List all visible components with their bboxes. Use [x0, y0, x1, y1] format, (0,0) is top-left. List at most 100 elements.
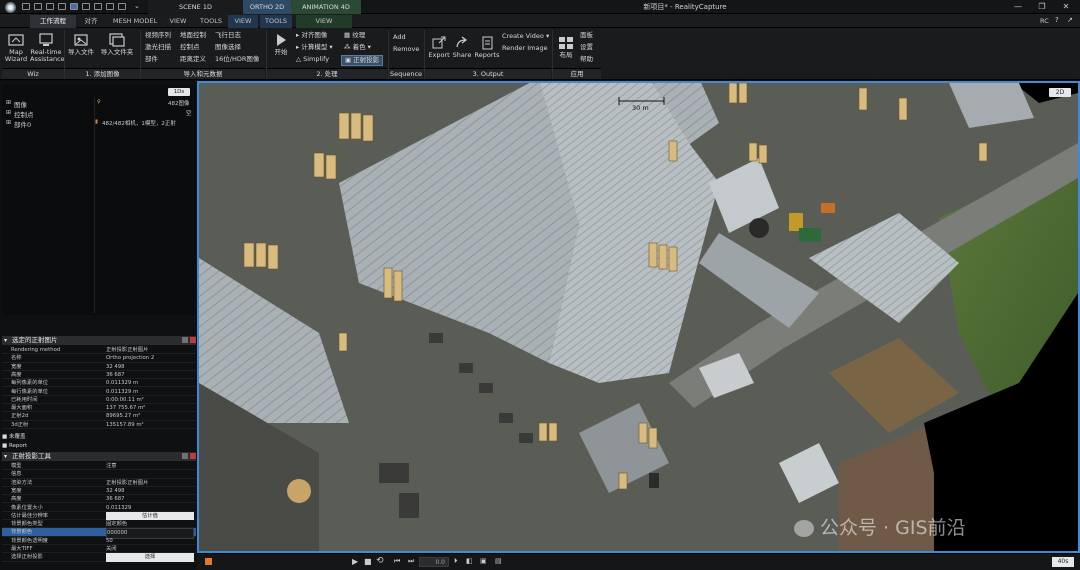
tree-item-images[interactable]: ⊞ 图像 ♀ 482图像	[2, 99, 196, 109]
reports-button[interactable]: Reports	[473, 36, 501, 59]
close-icon[interactable]	[190, 337, 196, 343]
layout-icon[interactable]	[34, 3, 42, 10]
property-row[interactable]: 名称 Ortho projection 2	[2, 354, 196, 363]
keyframe-icon[interactable]: ◧	[466, 557, 473, 565]
tab-scene-1d[interactable]: SCENE 1D	[148, 0, 243, 14]
marker-icon[interactable]: ⏵	[454, 557, 458, 566]
property-value[interactable]: 137 755.67 m²	[106, 404, 194, 412]
ground-control-button[interactable]: 地面控制	[180, 31, 206, 40]
report-section[interactable]: ■ Report	[2, 442, 196, 450]
layout-icon[interactable]	[46, 3, 54, 10]
layout-icon[interactable]	[82, 3, 90, 10]
property-row[interactable]: 每行像素的单位 0.011329 m	[2, 388, 196, 396]
camera-icon[interactable]: ▣	[480, 557, 487, 565]
tab-animation-4d[interactable]: ANIMATION 4D	[291, 0, 361, 14]
realtime-assistance-button[interactable]: Real-time Assistance	[30, 33, 65, 63]
import-file-button[interactable]: 导入文件	[66, 33, 96, 56]
calculate-model-button[interactable]: ▸ 计算模型 ▾	[296, 43, 333, 52]
distance-definition-button[interactable]: 距离定义	[180, 55, 206, 64]
create-video-button[interactable]: Create Video ▾	[502, 32, 549, 41]
start-button[interactable]: 开始	[270, 33, 292, 56]
property-value[interactable]: 50	[106, 537, 194, 545]
hdr-image-button[interactable]: 16位/HDR图像	[215, 55, 259, 64]
property-row[interactable]: 已耗用时间 0:00:00.11 m²	[2, 396, 196, 405]
render-image-button[interactable]: Render Image	[502, 44, 548, 53]
tree-badge[interactable]: 1Ds	[168, 88, 190, 96]
property-value[interactable]: 0.011329	[106, 504, 194, 512]
collapse-icon[interactable]: ▾	[4, 336, 7, 345]
maximize-button[interactable]: ❐	[1032, 0, 1052, 14]
skip-forward-icon[interactable]: ⏭	[408, 557, 414, 566]
property-value[interactable]: 0:00:00.11 m²	[106, 396, 194, 404]
ortho-viewport[interactable]: 30 m 2D 公众号 · GIS前沿	[197, 81, 1080, 553]
property-row[interactable]: 最大TIFF 关闭	[2, 545, 196, 554]
account-label[interactable]: RC	[1040, 17, 1049, 25]
layout-icon[interactable]	[58, 3, 66, 10]
sequence-remove-button[interactable]: Remove	[393, 45, 419, 54]
property-row[interactable]: 最大面积 137 755.67 m²	[2, 404, 196, 413]
align-images-button[interactable]: ▸ 对齐图像	[296, 31, 327, 40]
property-row[interactable]: 高度 36 687	[2, 371, 196, 380]
help-button[interactable]: 帮助	[580, 55, 593, 64]
property-row[interactable]: 高度 36 687	[2, 495, 196, 504]
uncovered-section[interactable]: ■ 未覆盖	[2, 433, 196, 441]
layout-icon[interactable]	[94, 3, 102, 10]
tab-tools-2d[interactable]: TOOLS	[260, 15, 292, 28]
tab-workflow[interactable]: 工作流程	[30, 15, 76, 28]
sequence-add-button[interactable]: Add	[393, 33, 406, 42]
image-selection-button[interactable]: 图像选择	[215, 43, 241, 52]
property-value[interactable]: 89695.27 m²	[106, 412, 194, 420]
property-row[interactable]: 宽度 32 498	[2, 487, 196, 496]
import-folder-button[interactable]: 导入文件夹	[98, 33, 136, 56]
component-button[interactable]: 部件	[145, 55, 158, 64]
map-wizard-button[interactable]: Map Wizard	[4, 33, 28, 63]
tab-mesh-model[interactable]: MESH MODEL	[110, 15, 160, 28]
export-button[interactable]: Export	[427, 36, 451, 59]
property-row[interactable]: 背景颜色 000000	[2, 528, 196, 539]
property-row[interactable]: 背景颜色透明度 50	[2, 537, 196, 545]
tab-view[interactable]: VIEW	[164, 15, 192, 28]
record-icon[interactable]	[205, 558, 212, 565]
property-value[interactable]: 注意	[106, 462, 194, 470]
property-row[interactable]: 选择正射投影 选择	[2, 553, 196, 562]
ortho-projection-button[interactable]: ▣ 正射投影	[341, 55, 384, 66]
share-button[interactable]: Share	[451, 36, 473, 59]
property-value[interactable]: 36 687	[106, 371, 194, 379]
play-icon[interactable]: ▶	[352, 557, 358, 566]
laser-scan-button[interactable]: 激光扫描	[145, 43, 171, 52]
property-row[interactable]: 渲染方法 正射投影正射图片	[2, 479, 196, 487]
tab-alignment[interactable]: 对齐	[78, 15, 104, 28]
simplify-button[interactable]: △ Simplify	[296, 55, 329, 64]
pin-icon[interactable]	[182, 337, 188, 343]
property-row[interactable]: 宽度 32 498	[2, 363, 196, 371]
layout-button[interactable]: 布局	[556, 36, 576, 59]
loop-icon[interactable]: ⟲	[376, 556, 384, 566]
property-value[interactable]: 正射投影正射图片	[106, 479, 194, 487]
tab-tools[interactable]: TOOLS	[196, 15, 226, 28]
property-value[interactable]: Ortho projection 2	[106, 354, 194, 362]
tab-view-2d[interactable]: VIEW	[228, 15, 258, 28]
tree-item-component[interactable]: ⊞ 部件0 ▮ 482/482相机，1模型，2正射	[2, 119, 196, 129]
property-value[interactable]: 固定颜色	[106, 520, 194, 528]
stop-icon[interactable]: ■	[364, 557, 372, 566]
property-value[interactable]: 0.011329 m	[106, 388, 194, 396]
property-row[interactable]: 正射2d 89695.27 m²	[2, 412, 196, 421]
layout-icon[interactable]	[106, 3, 114, 10]
minimize-button[interactable]: —	[1008, 0, 1028, 14]
share-icon[interactable]: ↗	[1067, 16, 1073, 24]
dropdown-icon[interactable]: ⌄	[134, 2, 140, 10]
close-icon[interactable]	[190, 453, 196, 459]
tab-ortho-2d[interactable]: ORTHO 2D	[243, 0, 291, 14]
property-value[interactable]: 0.011329 m	[106, 379, 194, 387]
property-value[interactable]: 正射投影正射图片	[106, 346, 194, 354]
property-row[interactable]: 每列像素的单位 0.011329 m	[2, 379, 196, 388]
property-value[interactable]: 135157.89 m²	[106, 421, 194, 429]
tab-view-4d[interactable]: VIEW	[296, 15, 352, 28]
property-row[interactable]: 信息	[2, 470, 196, 479]
video-sequence-button[interactable]: 视频序列	[145, 31, 171, 40]
flight-log-button[interactable]: 飞行日志	[215, 31, 241, 40]
panel-button[interactable]: 面板	[580, 31, 593, 40]
film-icon[interactable]: ▤	[495, 557, 502, 565]
timeline-zoom[interactable]: 40s	[1052, 557, 1074, 567]
collapse-icon[interactable]: ▾	[4, 452, 7, 461]
